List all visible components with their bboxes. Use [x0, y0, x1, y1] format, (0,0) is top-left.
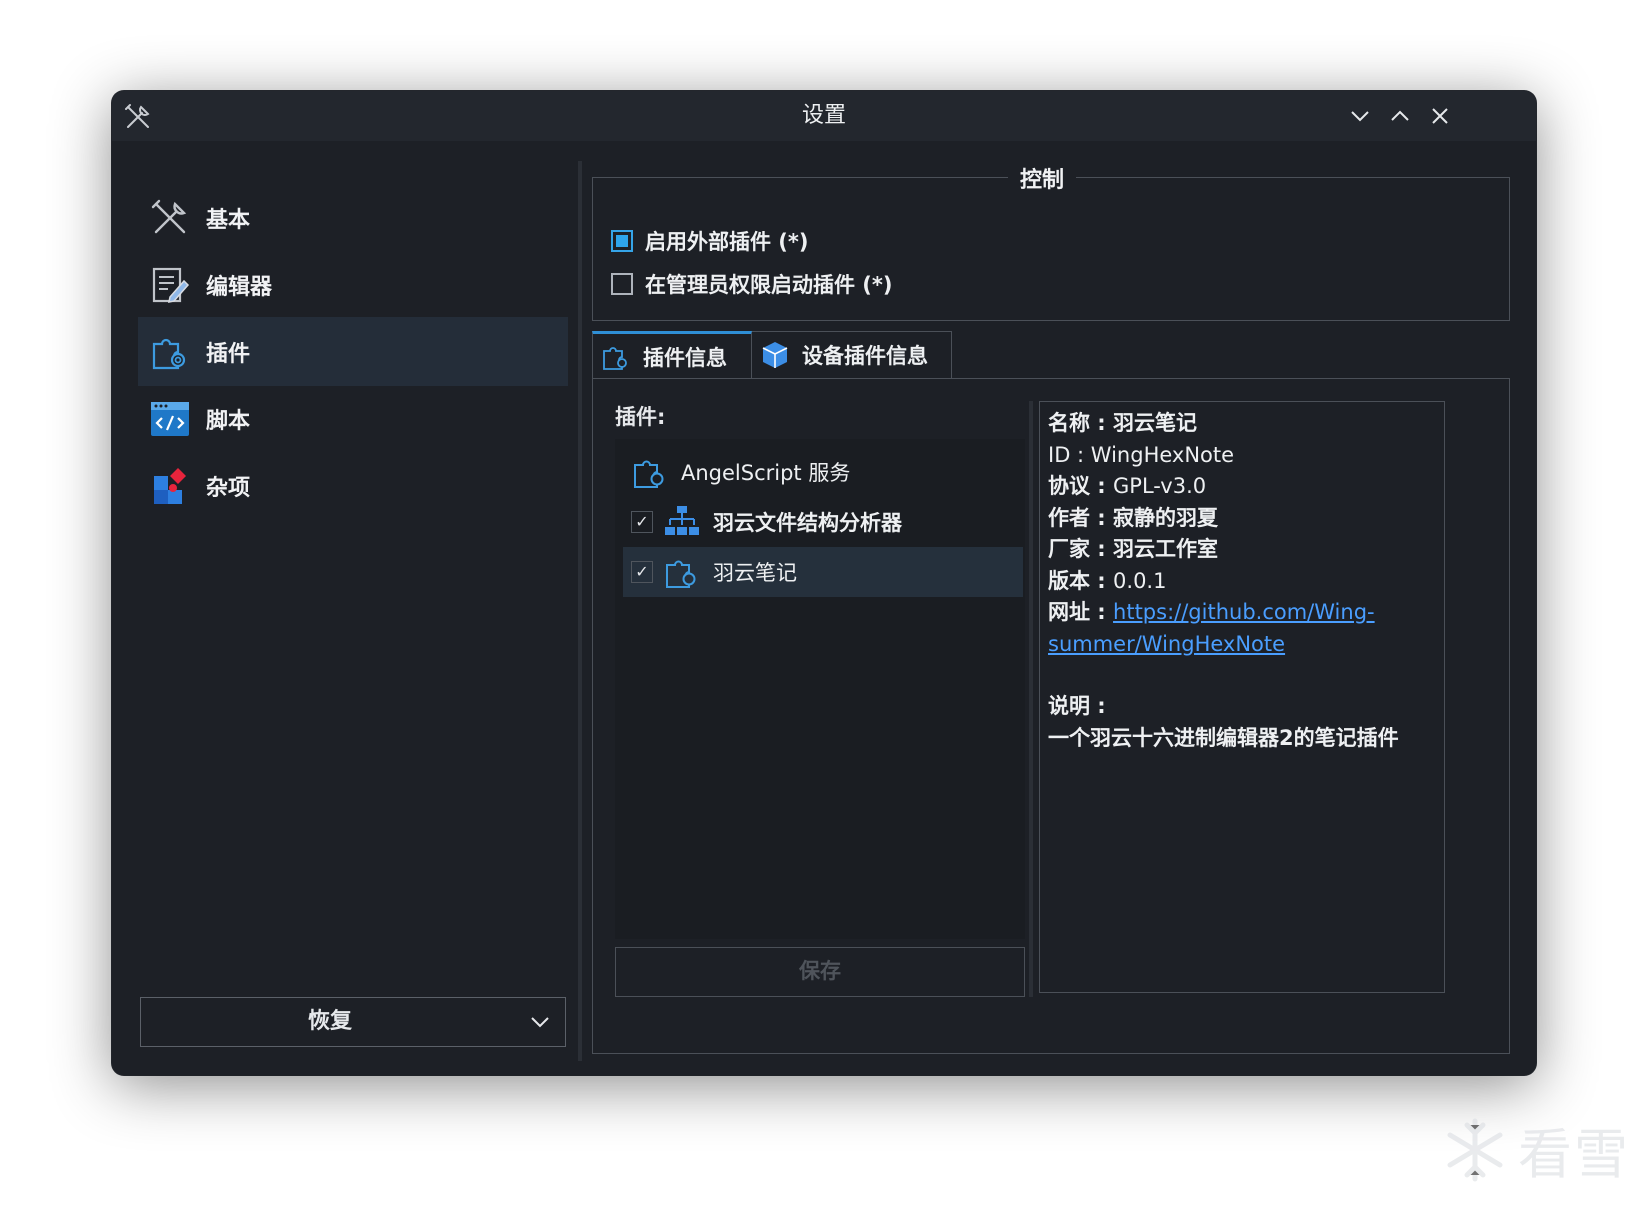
control-groupbox: 控制 启用外部插件 (*) 在管理员权限启动插件 (*) [592, 162, 1510, 321]
tab-plugin-info[interactable]: 插件信息 [592, 331, 752, 379]
info-version-row: 版本 : 0.0.1 [1048, 568, 1167, 593]
sidebar-item-label: 脚本 [206, 408, 251, 434]
panel-splitter[interactable] [578, 161, 582, 1061]
sidebar-item-misc[interactable]: 杂项 [138, 451, 568, 520]
puzzle-gear-icon [666, 560, 696, 588]
tab-label: 插件信息 [643, 345, 727, 370]
restore-dropdown[interactable]: 恢复 [140, 997, 566, 1047]
info-license-row: 协议 : GPL-v3.0 [1048, 474, 1207, 498]
checkbox-label: 启用外部插件 (*) [645, 230, 809, 254]
plugin-name: AngelScript 服务 [681, 461, 851, 485]
admin-plugins-checkbox[interactable]: 在管理员权限启动插件 (*) [611, 269, 893, 299]
puzzle-gear-icon [603, 346, 627, 370]
close-button[interactable] [1426, 102, 1454, 130]
plugin-details: 名称 : 羽云笔记 ID : WingHexNote 协议 : GPL-v3.0… [1039, 401, 1445, 993]
info-url-row-2: summer/WingHexNote [1048, 629, 1436, 661]
sidebar-item-label: 编辑器 [206, 274, 273, 300]
checkbox-indicator[interactable] [611, 230, 633, 252]
plugins-label: 插件: [615, 405, 666, 429]
info-author-row: 作者 : 寂静的羽夏 [1048, 505, 1219, 530]
sidebar-item-label: 基本 [206, 207, 251, 233]
info-desc-label: 说明 : [1048, 694, 1106, 718]
plugin-tabs: 插件信息 设备插件信息 [592, 331, 962, 379]
cube-icon [762, 342, 788, 368]
info-url-row: 网址 : https://github.com/Wing- [1048, 600, 1375, 624]
chevron-down-icon [1351, 111, 1369, 122]
restore-label: 恢复 [307, 1009, 352, 1034]
repo-link-continued[interactable]: summer/WingHexNote [1048, 632, 1285, 656]
sidebar-item-plugins[interactable]: 插件 [138, 317, 568, 386]
pane-splitter[interactable] [1029, 401, 1033, 997]
misc-shapes-icon [154, 467, 186, 504]
save-button[interactable]: 保存 [615, 947, 1025, 997]
plugin-name: 羽云文件结构分析器 [713, 511, 902, 535]
watermark: 看雪 [1440, 1110, 1630, 1189]
title-bar[interactable]: 设置 [112, 91, 1536, 141]
settings-sidebar: 基本 编辑器 插件 脚本 杂项 [138, 167, 568, 997]
wrench-screwdriver-icon [151, 199, 187, 233]
info-vendor-row: 厂家 : 羽云工作室 [1048, 537, 1219, 561]
tab-label: 设备插件信息 [802, 344, 928, 368]
plugin-checkbox[interactable]: ✓ [631, 561, 653, 583]
plugin-checkbox[interactable]: ✓ [631, 511, 653, 533]
plugin-name: 羽云笔记 [713, 561, 797, 585]
plugin-list[interactable]: AngelScript 服务 ✓ 羽云文件结构分析器 ✓ 羽云笔记 [615, 439, 1025, 939]
plugin-info-pane: 插件: AngelScript 服务 ✓ 羽云文件结构分析器 ✓ 羽云笔记 保存… [592, 378, 1510, 1054]
tab-device-plugin-info[interactable]: 设备插件信息 [752, 331, 952, 379]
info-name-row: 名称 : 羽云笔记 [1048, 411, 1198, 435]
sidebar-item-script[interactable]: 脚本 [138, 384, 568, 453]
sidebar-item-basic[interactable]: 基本 [138, 183, 568, 252]
puzzle-gear-icon [634, 460, 664, 488]
sidebar-item-editor[interactable]: 编辑器 [138, 250, 568, 319]
info-desc-text: 一个羽云十六进制编辑器2的笔记插件 [1048, 725, 1399, 750]
close-icon [1432, 108, 1448, 124]
control-legend: 控制 [1008, 162, 1077, 194]
minimize-button[interactable] [1346, 102, 1374, 130]
settings-window: 设置 基本 编辑器 插件 脚本 杂项 恢复 控制 启用外部插件 (*) 在管理员… [112, 91, 1536, 1075]
snowflake-icon [1447, 1118, 1503, 1181]
code-window-icon [151, 401, 189, 436]
watermark-text: 看雪 [1518, 1123, 1630, 1186]
window-title: 设置 [801, 103, 846, 128]
sidebar-item-label: 插件 [206, 341, 251, 367]
chevron-down-icon [531, 1017, 549, 1028]
chevron-up-icon [1391, 110, 1409, 121]
list-item-angelscript[interactable]: AngelScript 服务 [623, 447, 1023, 497]
repo-link[interactable]: https://github.com/Wing- [1113, 600, 1375, 624]
maximize-button[interactable] [1386, 102, 1414, 130]
puzzle-gear-icon [152, 338, 186, 369]
list-item-wing-note[interactable]: ✓ 羽云笔记 [623, 547, 1023, 597]
checkbox-indicator[interactable] [611, 273, 633, 295]
checkbox-label: 在管理员权限启动插件 (*) [645, 273, 893, 297]
editor-pencil-icon [152, 267, 190, 303]
sidebar-item-label: 杂项 [206, 475, 251, 501]
hierarchy-icon [665, 506, 699, 535]
info-id-row: ID : WingHexNote [1048, 442, 1235, 467]
list-item-structure-analyzer[interactable]: ✓ 羽云文件结构分析器 [623, 497, 1023, 547]
enable-external-plugins-checkbox[interactable]: 启用外部插件 (*) [611, 226, 809, 256]
